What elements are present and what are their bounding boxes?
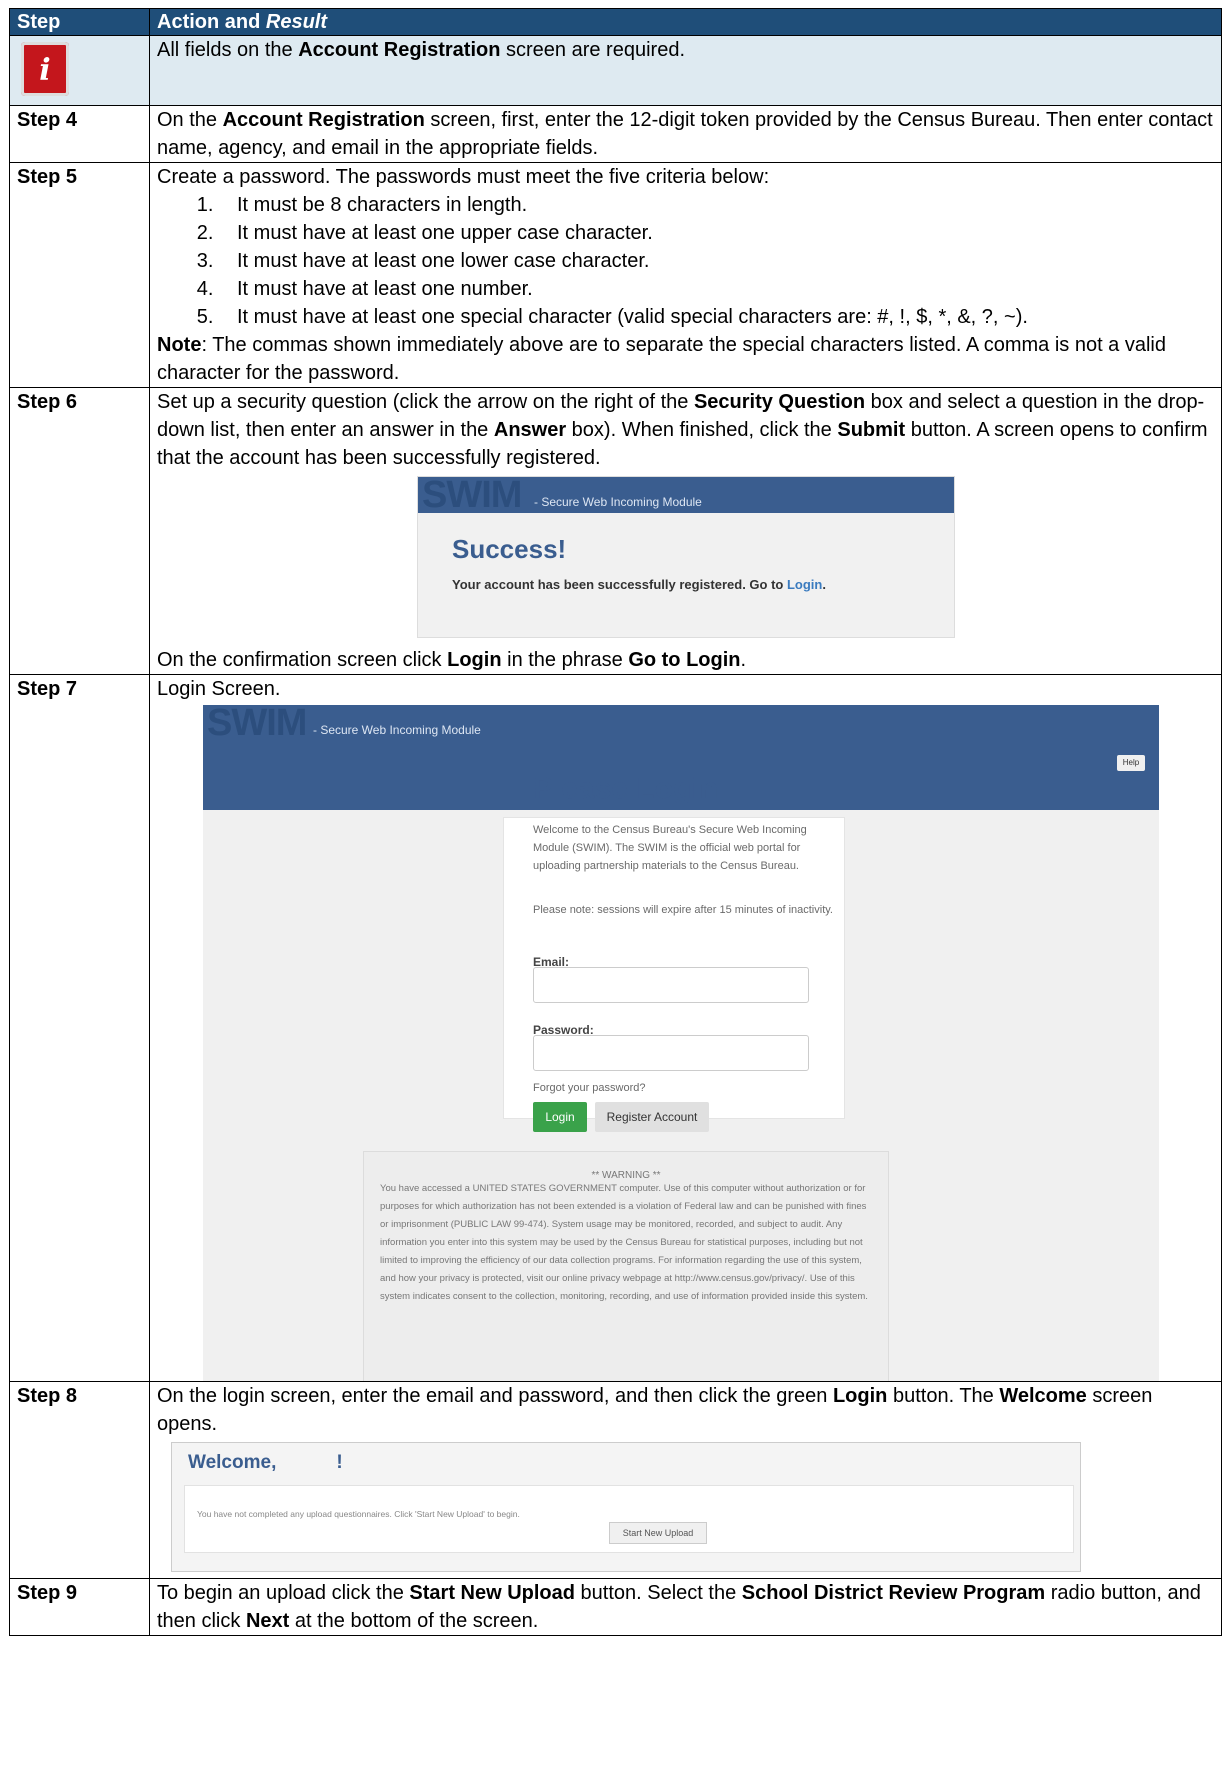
login-welcome-text: Welcome to the Census Bureau's Secure We… <box>533 824 807 872</box>
step-5-row: Step 5 Create a password. The passwords … <box>9 162 1222 388</box>
login-button[interactable]: Login <box>533 1102 587 1132</box>
step-7-text: Login Screen. SWIM - Secure Web Incoming… <box>149 674 1222 1382</box>
step-7-row: Step 7 Login Screen. SWIM - Secure Web I… <box>9 674 1222 1382</box>
swim-subtitle: - Secure Web Incoming Module <box>313 723 481 737</box>
step-6-instructions: Set up a security question (click the ar… <box>157 391 1208 469</box>
step-4-text: On the Account Registration screen, firs… <box>149 105 1222 163</box>
start-new-upload-button[interactable]: Start New Upload <box>609 1522 707 1544</box>
step-5-text: Create a password. The passwords must me… <box>149 162 1222 388</box>
success-message: Your account has been successfully regis… <box>452 577 826 592</box>
info-note-text: All fields on the Account Registration s… <box>149 35 1222 106</box>
welcome-screenshot: Welcome,! You have not completed any upl… <box>171 1442 1081 1572</box>
step-9-label: Step 9 <box>9 1578 150 1636</box>
step-6-label: Step 6 <box>9 387 150 675</box>
warning-text: You have accessed a UNITED STATES GOVERN… <box>380 1183 868 1302</box>
help-button[interactable]: Help <box>1117 755 1145 771</box>
login-title: Please Login <box>533 772 719 805</box>
swim-subtitle: - Secure Web Incoming Module <box>534 495 702 509</box>
step-5-intro: Create a password. The passwords must me… <box>157 166 770 188</box>
list-item: It must have at least one upper case cha… <box>219 219 1213 247</box>
action-column-header: Action and Result <box>149 8 1222 36</box>
step-8-instructions: On the login screen, enter the email and… <box>157 1385 1153 1435</box>
register-account-button[interactable]: Register Account <box>595 1102 709 1132</box>
step-5-label: Step 5 <box>9 162 150 388</box>
step-8-row: Step 8 On the login screen, enter the em… <box>9 1381 1222 1579</box>
swim-logo: SWIM <box>207 705 307 744</box>
swim-banner: SWIM - Secure Web Incoming Module <box>418 474 954 516</box>
step-6-text: Set up a security question (click the ar… <box>149 387 1222 675</box>
step-8-label: Step 8 <box>9 1381 150 1579</box>
step-4-label: Step 4 <box>9 105 150 163</box>
list-item: It must be 8 characters in length. <box>219 191 1213 219</box>
list-item: It must have at least one lower case cha… <box>219 247 1213 275</box>
step-9-row: Step 9 To begin an upload click the Star… <box>9 1578 1222 1636</box>
welcome-title: Welcome,! <box>188 1452 343 1473</box>
session-note: Please note: sessions will expire after … <box>533 904 833 916</box>
password-criteria-list: It must be 8 characters in length. It mu… <box>157 191 1213 331</box>
info-note-row: i All fields on the Account Registration… <box>9 35 1222 106</box>
swim-logo: SWIM <box>422 474 522 516</box>
list-item: It must have at least one special charac… <box>219 303 1213 331</box>
table-header-row: Step Action and Result <box>9 8 1222 36</box>
welcome-panel: You have not completed any upload questi… <box>184 1485 1074 1553</box>
welcome-message: You have not completed any upload questi… <box>197 1509 520 1519</box>
step-7-caption: Login Screen. <box>157 678 281 700</box>
step-5-note: Note: The commas shown immediately above… <box>157 334 1166 384</box>
step-9-text: To begin an upload click the Start New U… <box>149 1578 1222 1636</box>
login-link[interactable]: Login <box>787 577 822 592</box>
warning-box: ** WARNING ** You have accessed a UNITED… <box>363 1151 889 1381</box>
result-header-text: Result <box>265 11 328 33</box>
step-6-after: On the confirmation screen click Login i… <box>157 649 747 671</box>
step-8-text: On the login screen, enter the email and… <box>149 1381 1222 1579</box>
info-icon: i <box>15 40 75 100</box>
login-screenshot: SWIM - Secure Web Incoming Module Help P… <box>203 705 1159 1381</box>
password-field[interactable] <box>533 1035 809 1071</box>
email-field[interactable] <box>533 967 809 1003</box>
steps-table: Step Action and Result i All fields on t… <box>9 8 1222 1636</box>
info-icon-cell: i <box>9 35 150 106</box>
success-title: Success! <box>452 534 567 564</box>
step-column-header: Step <box>9 8 150 36</box>
step-4-row: Step 4 On the Account Registration scree… <box>9 105 1222 163</box>
action-header-text: Action and <box>157 11 266 33</box>
step-7-label: Step 7 <box>9 674 150 1382</box>
list-item: It must have at least one number. <box>219 275 1213 303</box>
step-6-row: Step 6 Set up a security question (click… <box>9 387 1222 675</box>
success-screenshot: SWIM - Secure Web Incoming Module Succes… <box>417 474 955 638</box>
forgot-password-link[interactable]: Forgot your password? <box>533 1079 833 1097</box>
